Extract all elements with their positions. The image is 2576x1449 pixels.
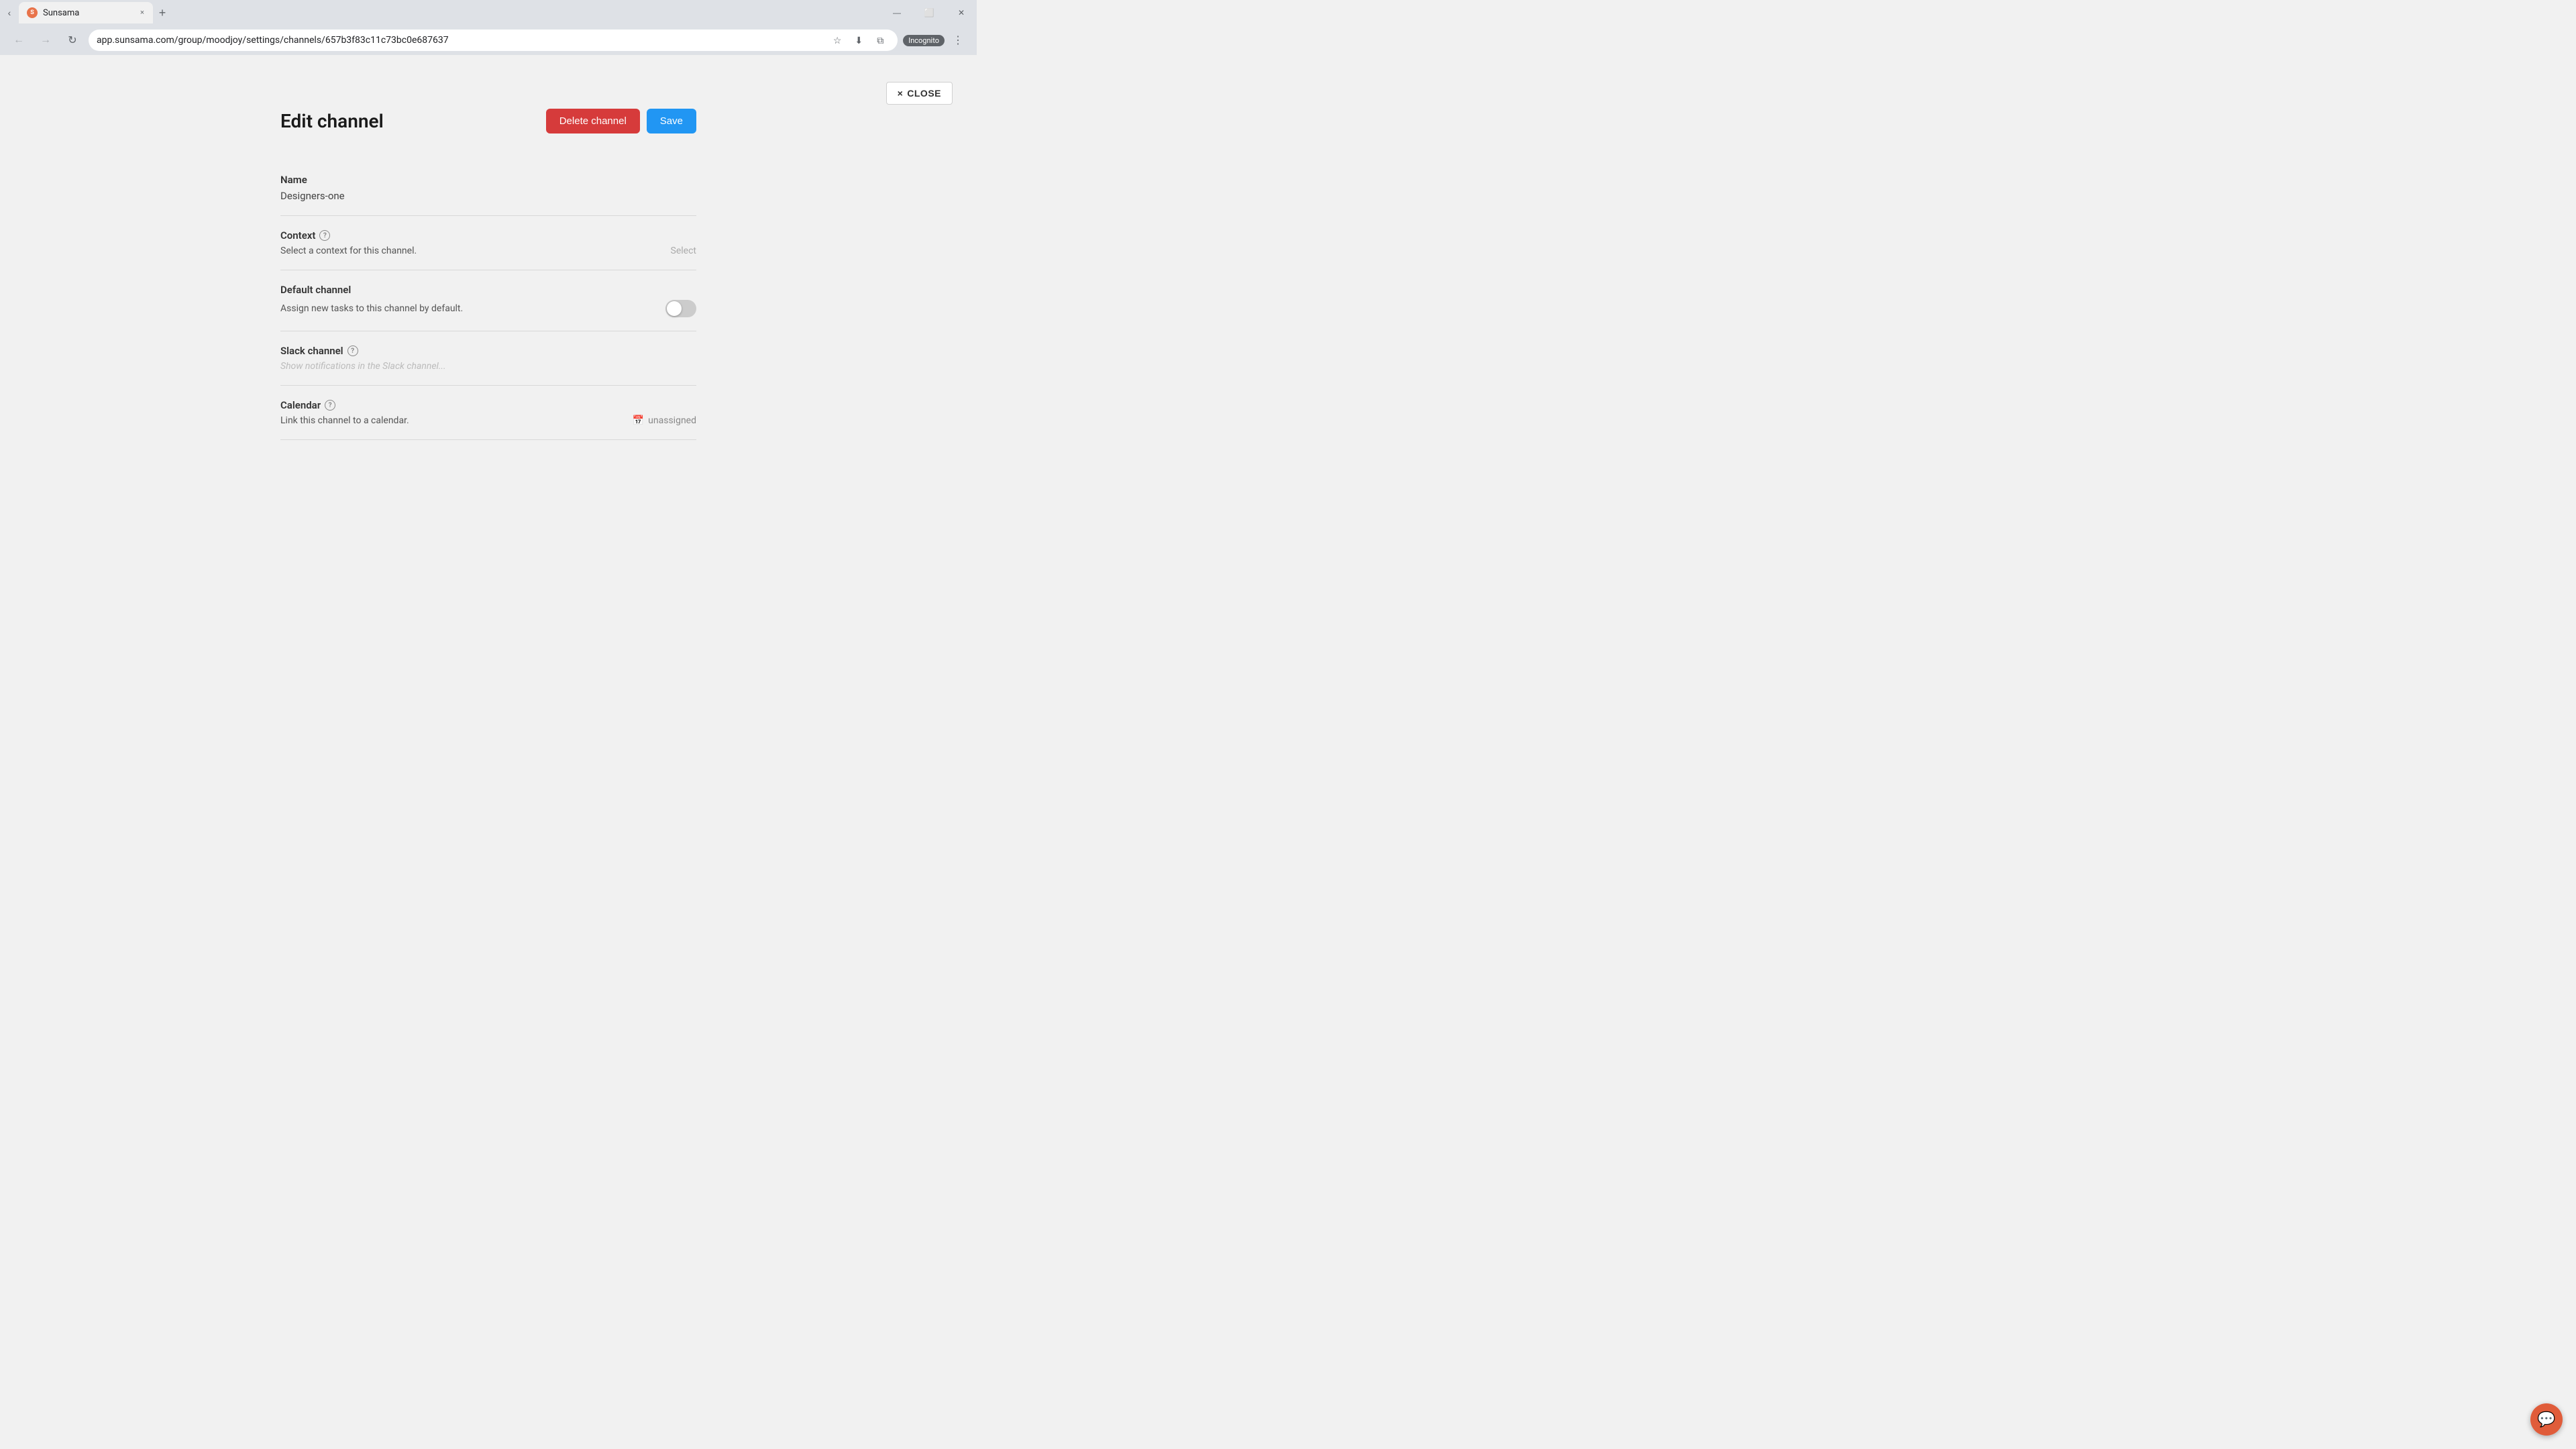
name-value[interactable]: Designers-one (280, 190, 696, 202)
calendar-value-row[interactable]: 📅 unassigned (633, 415, 696, 426)
calendar-row: Link this channel to a calendar. 📅 unass… (280, 415, 696, 426)
tab-close-button[interactable]: × (137, 7, 148, 18)
default-channel-field: Default channel Assign new tasks to this… (280, 270, 696, 331)
browser-actions: Incognito ⋮ (903, 30, 969, 51)
window-close-button[interactable]: ✕ (946, 2, 977, 23)
incognito-badge: Incognito (903, 35, 945, 46)
page-title: Edit channel (280, 110, 384, 132)
context-help-icon[interactable]: ? (319, 230, 330, 241)
calendar-field: Calendar ? Link this channel to a calend… (280, 386, 696, 440)
browser-chrome: ‹ S Sunsama × + — ⬜ ✕ ← → ↻ app.sunsama.… (0, 0, 977, 55)
url-text: app.sunsama.com/group/moodjoy/settings/c… (97, 35, 822, 46)
new-tab-button[interactable]: + (153, 3, 172, 22)
refresh-button[interactable]: ↻ (62, 30, 83, 51)
tab-title: Sunsama (43, 8, 131, 18)
save-button[interactable]: Save (647, 109, 696, 133)
calendar-label: Calendar ? (280, 399, 696, 411)
context-description: Select a context for this channel. (280, 246, 417, 256)
slack-channel-label: Slack channel ? (280, 345, 696, 357)
context-field: Context ? Select a context for this chan… (280, 216, 696, 270)
default-channel-description: Assign new tasks to this channel by defa… (280, 303, 463, 314)
tab-favicon: S (27, 7, 38, 18)
delete-channel-button[interactable]: Delete channel (546, 109, 640, 133)
slack-help-icon[interactable]: ? (347, 345, 358, 356)
maximize-button[interactable]: ⬜ (914, 2, 945, 23)
forward-button[interactable]: → (35, 30, 56, 51)
context-select[interactable]: Select (671, 246, 696, 256)
context-label: Context ? (280, 229, 696, 241)
back-button[interactable]: ← (8, 30, 30, 51)
slack-channel-placeholder[interactable]: Show notifications in the Slack channel.… (280, 361, 696, 372)
page-content: × CLOSE Edit channel Delete channel Save… (0, 55, 977, 547)
default-channel-toggle[interactable] (665, 300, 696, 317)
close-button[interactable]: × CLOSE (886, 82, 953, 105)
tab-bar: ‹ S Sunsama × + — ⬜ ✕ (0, 0, 977, 25)
form-container: Edit channel Delete channel Save Name De… (280, 109, 696, 440)
tab-nav-button[interactable]: ‹ (0, 3, 19, 22)
context-row: Select a context for this channel. Selec… (280, 246, 696, 256)
url-actions: ☆ ⬇ ⧉ (828, 31, 890, 50)
extension-button[interactable]: ⧉ (871, 31, 890, 50)
default-channel-row: Assign new tasks to this channel by defa… (280, 300, 696, 317)
name-label: Name (280, 174, 696, 186)
browser-tab[interactable]: S Sunsama × (19, 2, 153, 23)
address-bar: ← → ↻ app.sunsama.com/group/moodjoy/sett… (0, 25, 977, 55)
default-channel-label: Default channel (280, 284, 696, 296)
header-buttons: Delete channel Save (546, 109, 696, 133)
close-icon: × (898, 88, 904, 99)
name-field: Name Designers-one (280, 160, 696, 216)
calendar-description: Link this channel to a calendar. (280, 415, 409, 426)
download-button[interactable]: ⬇ (849, 31, 868, 50)
browser-menu-button[interactable]: ⋮ (947, 30, 969, 51)
calendar-value: unassigned (648, 415, 696, 426)
minimize-button[interactable]: — (881, 2, 912, 23)
window-controls: — ⬜ ✕ (881, 2, 977, 23)
form-header: Edit channel Delete channel Save (280, 109, 696, 133)
slack-channel-field: Slack channel ? Show notifications in th… (280, 331, 696, 386)
calendar-help-icon[interactable]: ? (325, 400, 335, 411)
url-bar[interactable]: app.sunsama.com/group/moodjoy/settings/c… (89, 30, 898, 51)
calendar-icon: 📅 (633, 415, 644, 426)
close-label: CLOSE (907, 88, 941, 99)
bookmark-button[interactable]: ☆ (828, 31, 847, 50)
